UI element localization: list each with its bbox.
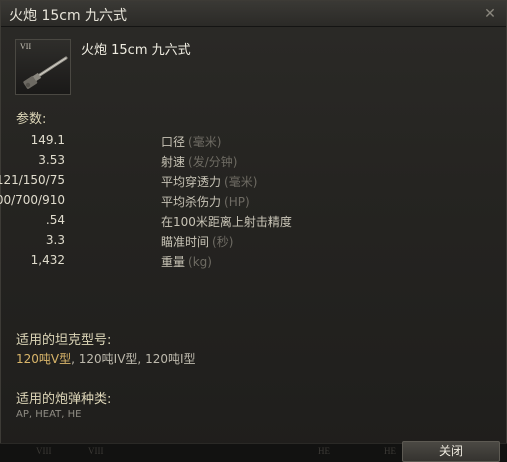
param-row: 3.3 瞄准时间 (秒) xyxy=(1,233,421,253)
compatible-tanks-list: 120吨V型, 120吨IV型, 120吨I型 xyxy=(16,352,196,366)
close-button[interactable]: 关闭 xyxy=(402,441,500,462)
param-row: 1,432 重量 (kg) xyxy=(1,253,421,273)
param-row: 700/700/910 平均杀伤力(HP) xyxy=(0,193,421,213)
compatible-tanks-heading: 适用的坦克型号: xyxy=(16,333,112,348)
params-heading: 参数: xyxy=(16,112,47,127)
param-value: .54 xyxy=(45,213,65,227)
param-label-text: 重量 xyxy=(161,255,186,269)
compatible-ammo-heading: 适用的炮弹种类: xyxy=(16,392,112,407)
param-label-text: 瞄准时间 xyxy=(161,235,210,249)
param-unit: (发/分钟) xyxy=(188,155,238,169)
param-row: .54 在100米距离上射击精度 xyxy=(1,213,421,233)
param-label: 口径 (毫米) xyxy=(161,133,221,150)
param-value: 149.1 xyxy=(30,133,65,147)
param-value: 1,432 xyxy=(30,253,65,267)
title-bar[interactable]: 火炮 15cm 九六式 ✕ xyxy=(1,1,506,27)
gun-icon xyxy=(23,56,68,89)
param-row: 149.1 口径 (毫米) xyxy=(1,133,421,153)
param-label: 平均穿透力 (毫米) xyxy=(161,173,257,190)
param-value: 3.3 xyxy=(45,233,65,247)
param-unit: (毫米) xyxy=(188,135,222,149)
param-unit: (HP) xyxy=(224,195,250,209)
module-info-window: 火炮 15cm 九六式 ✕ VII 火炮 15cm 九六式 参数: 149.1 口… xyxy=(0,0,507,462)
tank-item: 120吨IV型 xyxy=(78,352,138,366)
param-row: 121/150/75 平均穿透力 (毫米) xyxy=(0,173,421,193)
compatible-ammo-list: AP, HEAT, HE xyxy=(16,409,82,420)
tank-item: 120吨I型 xyxy=(145,352,196,366)
param-row: 3.53 射速 (发/分钟) xyxy=(1,153,421,173)
param-unit: (秒) xyxy=(212,235,234,249)
param-value: 700/700/910 xyxy=(0,193,65,207)
close-icon[interactable]: ✕ xyxy=(482,6,498,22)
tank-item: 120吨V型 xyxy=(16,352,72,366)
param-label-text: 口径 xyxy=(161,135,186,149)
module-name: 火炮 15cm 九六式 xyxy=(81,43,191,58)
module-thumbnail: VII xyxy=(15,39,71,95)
param-label: 射速 (发/分钟) xyxy=(161,153,237,170)
param-label-text: 平均杀伤力 xyxy=(161,195,222,209)
param-unit: (kg) xyxy=(188,255,212,269)
background-ammo-label: HE xyxy=(318,446,330,456)
param-label: 在100米距离上射击精度 xyxy=(161,213,292,230)
param-label: 重量 (kg) xyxy=(161,253,212,270)
param-label: 平均杀伤力 (HP) xyxy=(161,193,250,210)
param-unit: (毫米) xyxy=(224,175,258,189)
param-value: 3.53 xyxy=(38,153,65,167)
param-value: 121/150/75 xyxy=(0,173,65,187)
background-tier-label: VIII xyxy=(36,446,52,456)
param-label: 瞄准时间 (秒) xyxy=(161,233,233,250)
window-title: 火炮 15cm 九六式 xyxy=(9,8,128,24)
param-label-text: 在100米距离上射击精度 xyxy=(161,215,292,229)
param-label-text: 平均穿透力 xyxy=(161,175,222,189)
background-ammo-label: HE xyxy=(384,446,396,456)
param-label-text: 射速 xyxy=(161,155,186,169)
background-tier-label: VIII xyxy=(88,446,104,456)
